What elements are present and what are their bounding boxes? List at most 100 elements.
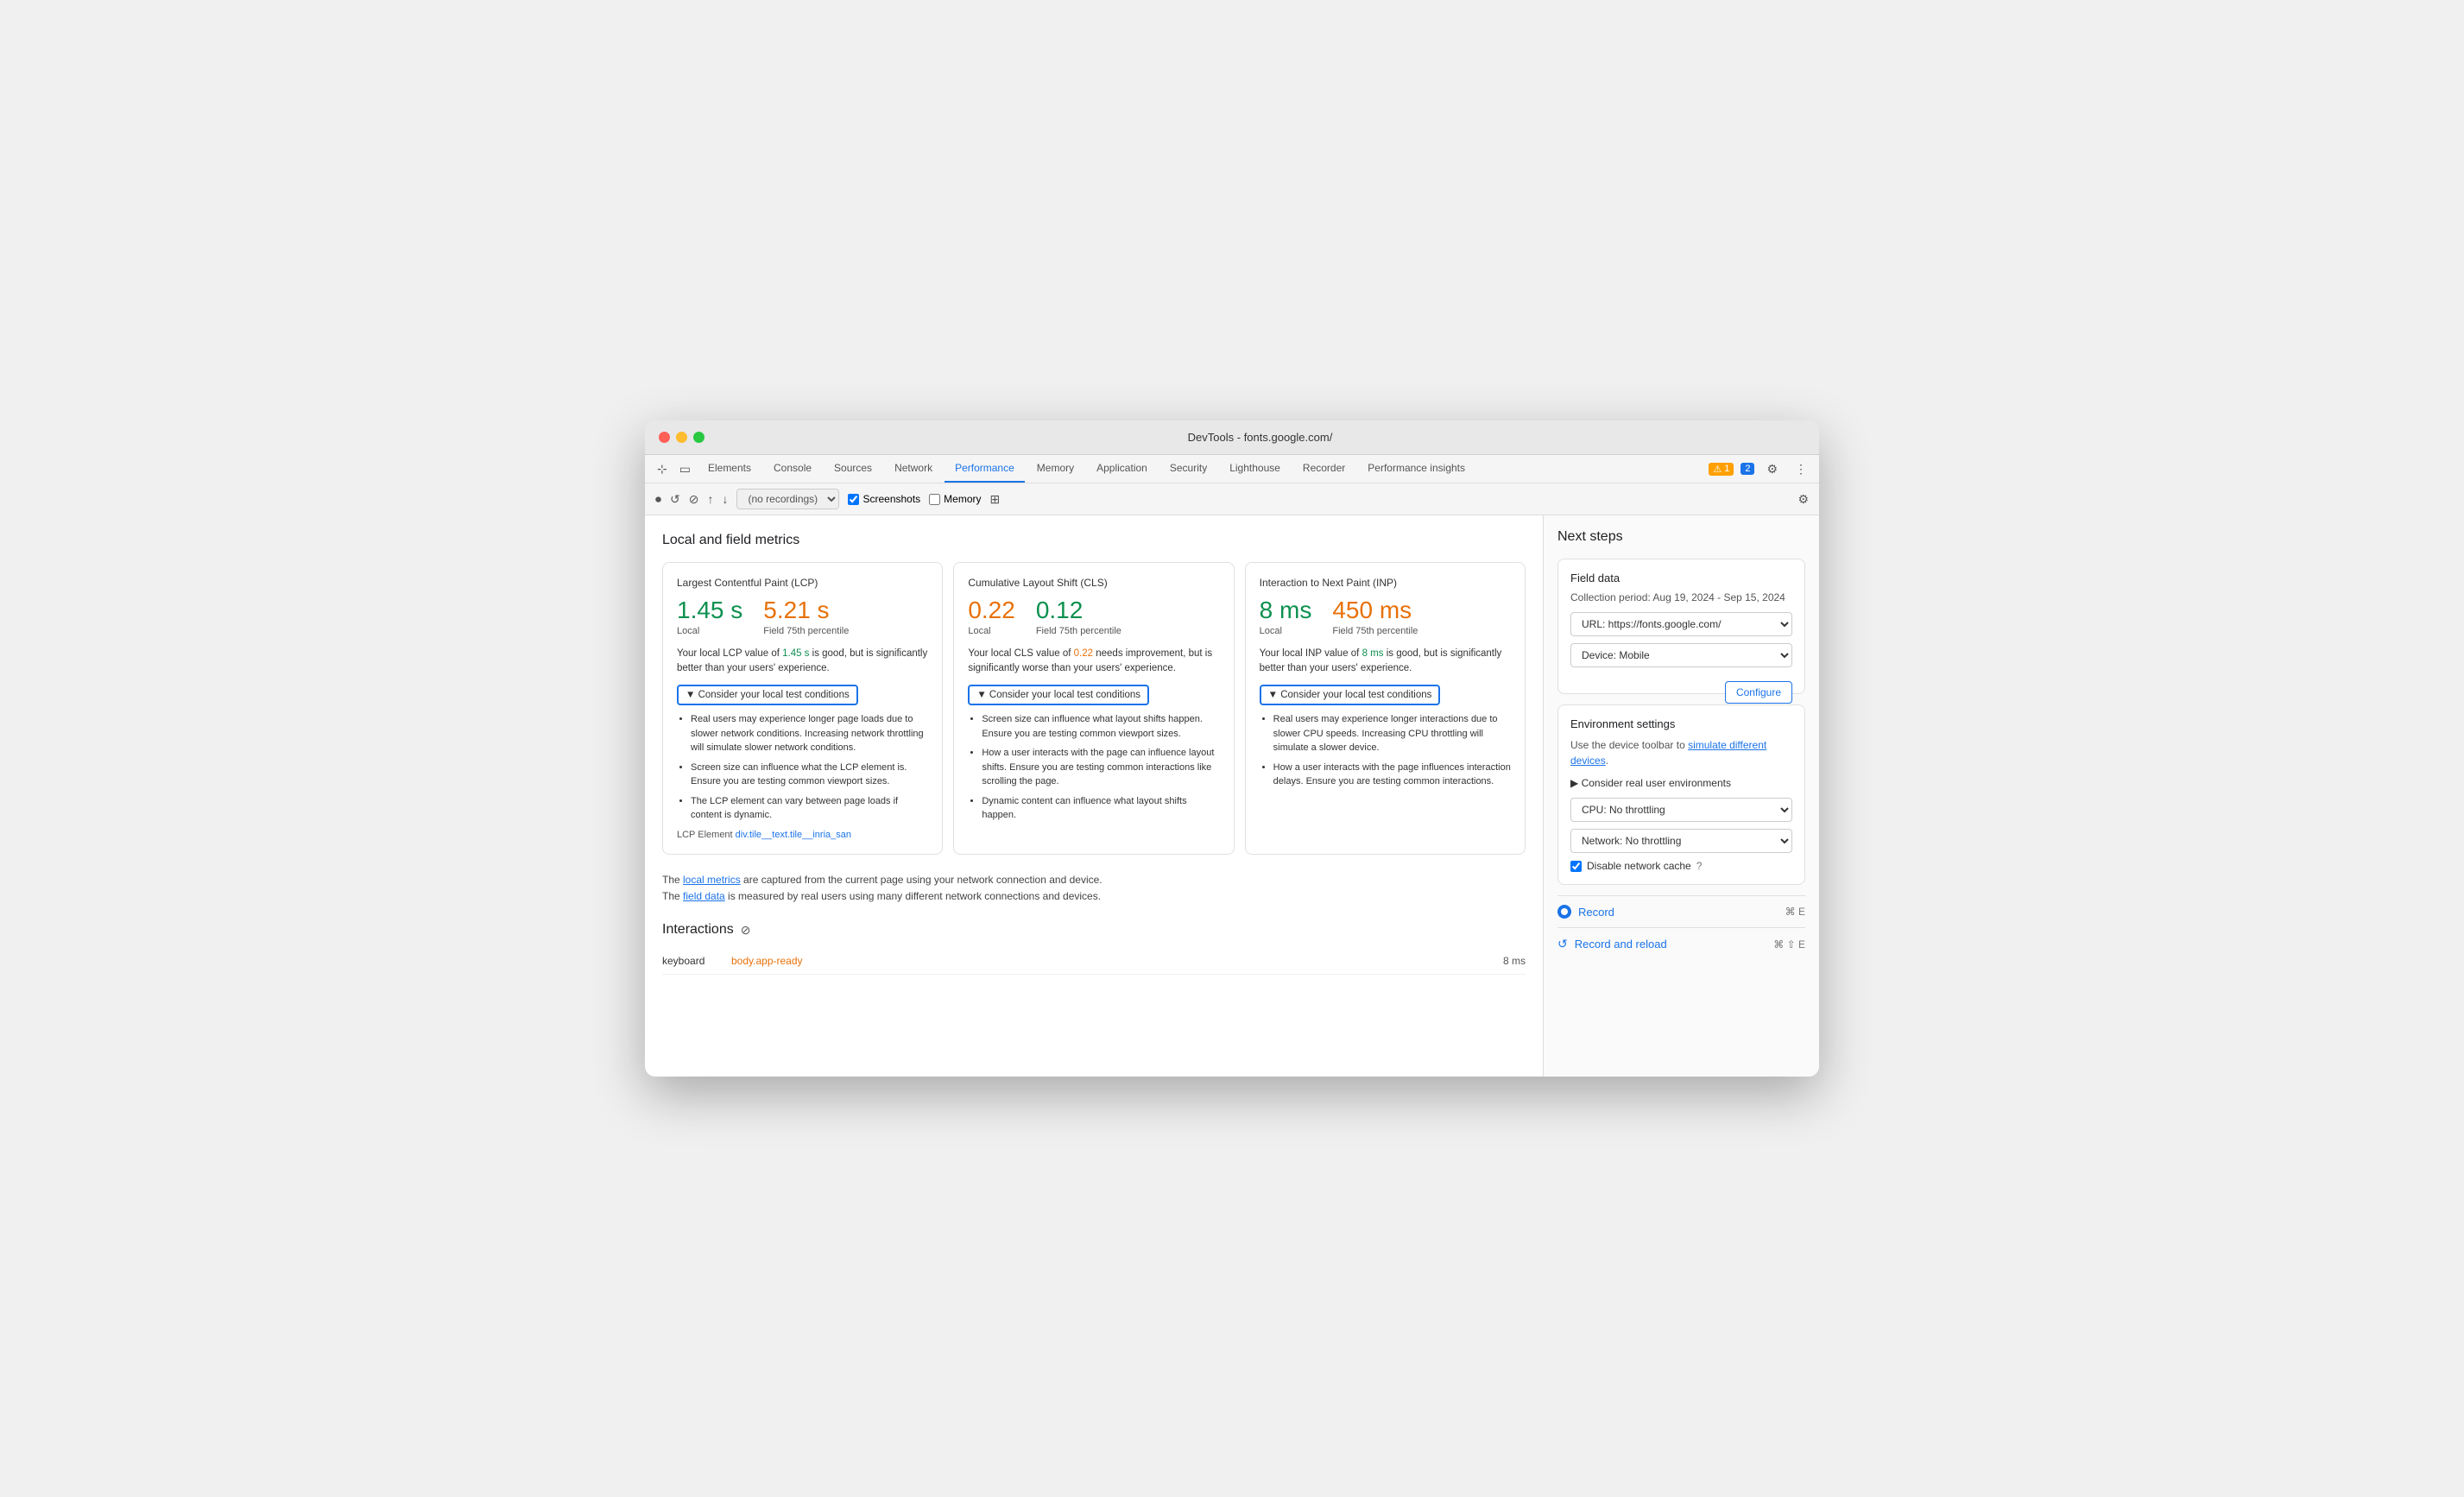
download-icon[interactable]: ↓ [722, 492, 728, 506]
footer-line1-after: are captured from the current page using… [741, 874, 1102, 886]
tab-network[interactable]: Network [884, 455, 943, 483]
tab-sources[interactable]: Sources [824, 455, 882, 483]
toolbar: ⏺ ↺ ⊘ ↑ ↓ (no recordings) Screenshots Me… [645, 483, 1819, 515]
inp-field-value: 450 ms [1332, 597, 1418, 624]
environment-desc: Use the device toolbar to simulate diffe… [1570, 737, 1792, 768]
tab-console[interactable]: Console [763, 455, 822, 483]
settings-toolbar-icon[interactable]: ⚙ [1797, 492, 1809, 506]
tab-performance[interactable]: Performance [945, 455, 1025, 483]
network-control: Network: No throttling [1570, 829, 1792, 853]
cpu-throttle-icon[interactable]: ⊞ [990, 492, 1001, 507]
environment-section: Environment settings Use the device tool… [1557, 704, 1805, 885]
record-dot-icon [1557, 905, 1571, 919]
lcp-description: Your local LCP value of 1.45 s is good, … [677, 647, 928, 677]
traffic-lights [659, 432, 704, 443]
interactions-title: Interactions ⊘ [662, 922, 1526, 938]
inp-values-row: 8 ms Local 450 ms Field 75th percentile [1260, 597, 1511, 636]
close-button[interactable] [659, 432, 670, 443]
interactions-info-icon[interactable]: ⊘ [741, 923, 751, 938]
footer-note: The local metrics are captured from the … [662, 872, 1526, 905]
recordings-select[interactable]: (no recordings) [736, 489, 839, 509]
cls-consider-toggle[interactable]: ▼ Consider your local test conditions [968, 685, 1149, 705]
tab-security[interactable]: Security [1159, 455, 1217, 483]
cpu-select[interactable]: CPU: No throttling [1570, 798, 1792, 822]
inp-field-label: Field 75th percentile [1332, 626, 1418, 636]
cls-consider-label: ▼ Consider your local test conditions [976, 690, 1140, 700]
upload-icon[interactable]: ↑ [707, 492, 713, 506]
field-data-title: Field data [1570, 572, 1792, 584]
minimize-button[interactable] [676, 432, 687, 443]
left-panel: Local and field metrics Largest Contentf… [645, 515, 1543, 1077]
tab-performance-insights[interactable]: Performance insights [1357, 455, 1475, 483]
inp-consider-toggle[interactable]: ▼ Consider your local test conditions [1260, 685, 1441, 705]
interaction-type: keyboard [662, 955, 731, 967]
record-reload-label: Record and reload [1575, 938, 1774, 951]
disable-cache-checkbox[interactable] [1570, 861, 1582, 872]
device-select[interactable]: Device: Mobile [1570, 643, 1792, 667]
toolbar-right: ⚙ [1797, 492, 1809, 507]
inp-title: Interaction to Next Paint (INP) [1260, 577, 1511, 589]
local-field-metrics-title: Local and field metrics [662, 533, 1526, 548]
local-metrics-link[interactable]: local metrics [683, 874, 741, 886]
tab-elements[interactable]: Elements [698, 455, 761, 483]
inp-desc-highlight: 8 ms [1362, 648, 1384, 659]
record-shortcut: ⌘ E [1785, 906, 1805, 918]
interaction-time: 8 ms [1503, 955, 1526, 967]
inspect-icon[interactable]: ⊹ [652, 458, 673, 480]
cls-local-label: Local [968, 626, 1015, 636]
lcp-consider-toggle[interactable]: ▼ Consider your local test conditions [677, 685, 858, 705]
device-icon[interactable]: ▭ [674, 458, 696, 480]
record-reload-row[interactable]: ↺ Record and reload ⌘ ⇧ E [1557, 927, 1805, 960]
inp-consider-content: Real users may experience longer interac… [1260, 712, 1511, 789]
footer-line2-before: The [662, 890, 683, 902]
next-steps-title: Next steps [1557, 529, 1805, 545]
cls-field-group: 0.12 Field 75th percentile [1036, 597, 1121, 636]
devtools-nav: ⊹ ▭ Elements Console Sources Network Per… [645, 455, 1819, 483]
lcp-local-group: 1.45 s Local [677, 597, 742, 636]
warning-badge: ⚠ 1 [1709, 463, 1734, 476]
footer-line1-before: The [662, 874, 683, 886]
record-reload-shortcut: ⌘ ⇧ E [1773, 938, 1805, 951]
screenshots-checkbox[interactable] [848, 494, 859, 505]
clear-icon[interactable]: ⊘ [689, 492, 699, 507]
tab-lighthouse[interactable]: Lighthouse [1219, 455, 1291, 483]
cls-local-group: 0.22 Local [968, 597, 1015, 636]
inp-local-label: Local [1260, 626, 1312, 636]
metrics-row: Largest Contentful Paint (LCP) 1.45 s Lo… [662, 562, 1526, 855]
lcp-bullet-2: Screen size can influence what the LCP e… [691, 761, 928, 789]
interaction-selector: body.app-ready [731, 955, 1503, 967]
tab-memory[interactable]: Memory [1027, 455, 1084, 483]
url-select[interactable]: URL: https://fonts.google.com/ [1570, 612, 1792, 636]
lcp-consider-content: Real users may experience longer page lo… [677, 712, 928, 823]
lcp-bullet-1: Real users may experience longer page lo… [691, 712, 928, 755]
cpu-control: CPU: No throttling [1570, 798, 1792, 822]
more-icon[interactable]: ⋮ [1790, 458, 1812, 480]
record-icon[interactable]: ⏺ [655, 492, 661, 507]
network-select[interactable]: Network: No throttling [1570, 829, 1792, 853]
consider-real-user-toggle[interactable]: ▶ Consider real user environments [1570, 777, 1792, 789]
lcp-field-value: 5.21 s [763, 597, 849, 624]
cls-description: Your local CLS value of 0.22 needs impro… [968, 647, 1219, 677]
cls-values-row: 0.22 Local 0.12 Field 75th percentile [968, 597, 1219, 636]
lcp-local-value: 1.45 s [677, 597, 742, 624]
record-row[interactable]: Record ⌘ E [1557, 895, 1805, 927]
screenshots-checkbox-group: Screenshots [848, 493, 920, 505]
memory-checkbox[interactable] [929, 494, 940, 505]
devtools-window: DevTools - fonts.google.com/ ⊹ ▭ Element… [645, 420, 1819, 1077]
lcp-field-group: 5.21 s Field 75th percentile [763, 597, 849, 636]
disable-cache-help-icon[interactable]: ? [1696, 860, 1703, 872]
tab-recorder[interactable]: Recorder [1292, 455, 1355, 483]
lcp-element: LCP Element div.tile__text.tile__inria_s… [677, 830, 928, 840]
disable-cache-label: Disable network cache [1587, 860, 1691, 872]
nav-right: ⚠ 1 2 ⚙ ⋮ [1709, 458, 1812, 480]
configure-button[interactable]: Configure [1725, 681, 1792, 704]
settings-icon[interactable]: ⚙ [1761, 458, 1783, 480]
tab-application[interactable]: Application [1086, 455, 1158, 483]
maximize-button[interactable] [693, 432, 704, 443]
inp-bullet-2: How a user interacts with the page influ… [1273, 761, 1511, 789]
lcp-element-link[interactable]: div.tile__text.tile__inria_san [736, 830, 851, 840]
inp-consider-label: ▼ Consider your local test conditions [1268, 690, 1432, 700]
field-data-link[interactable]: field data [683, 890, 725, 902]
refresh-icon[interactable]: ↺ [670, 492, 680, 507]
cls-title: Cumulative Layout Shift (CLS) [968, 577, 1219, 589]
